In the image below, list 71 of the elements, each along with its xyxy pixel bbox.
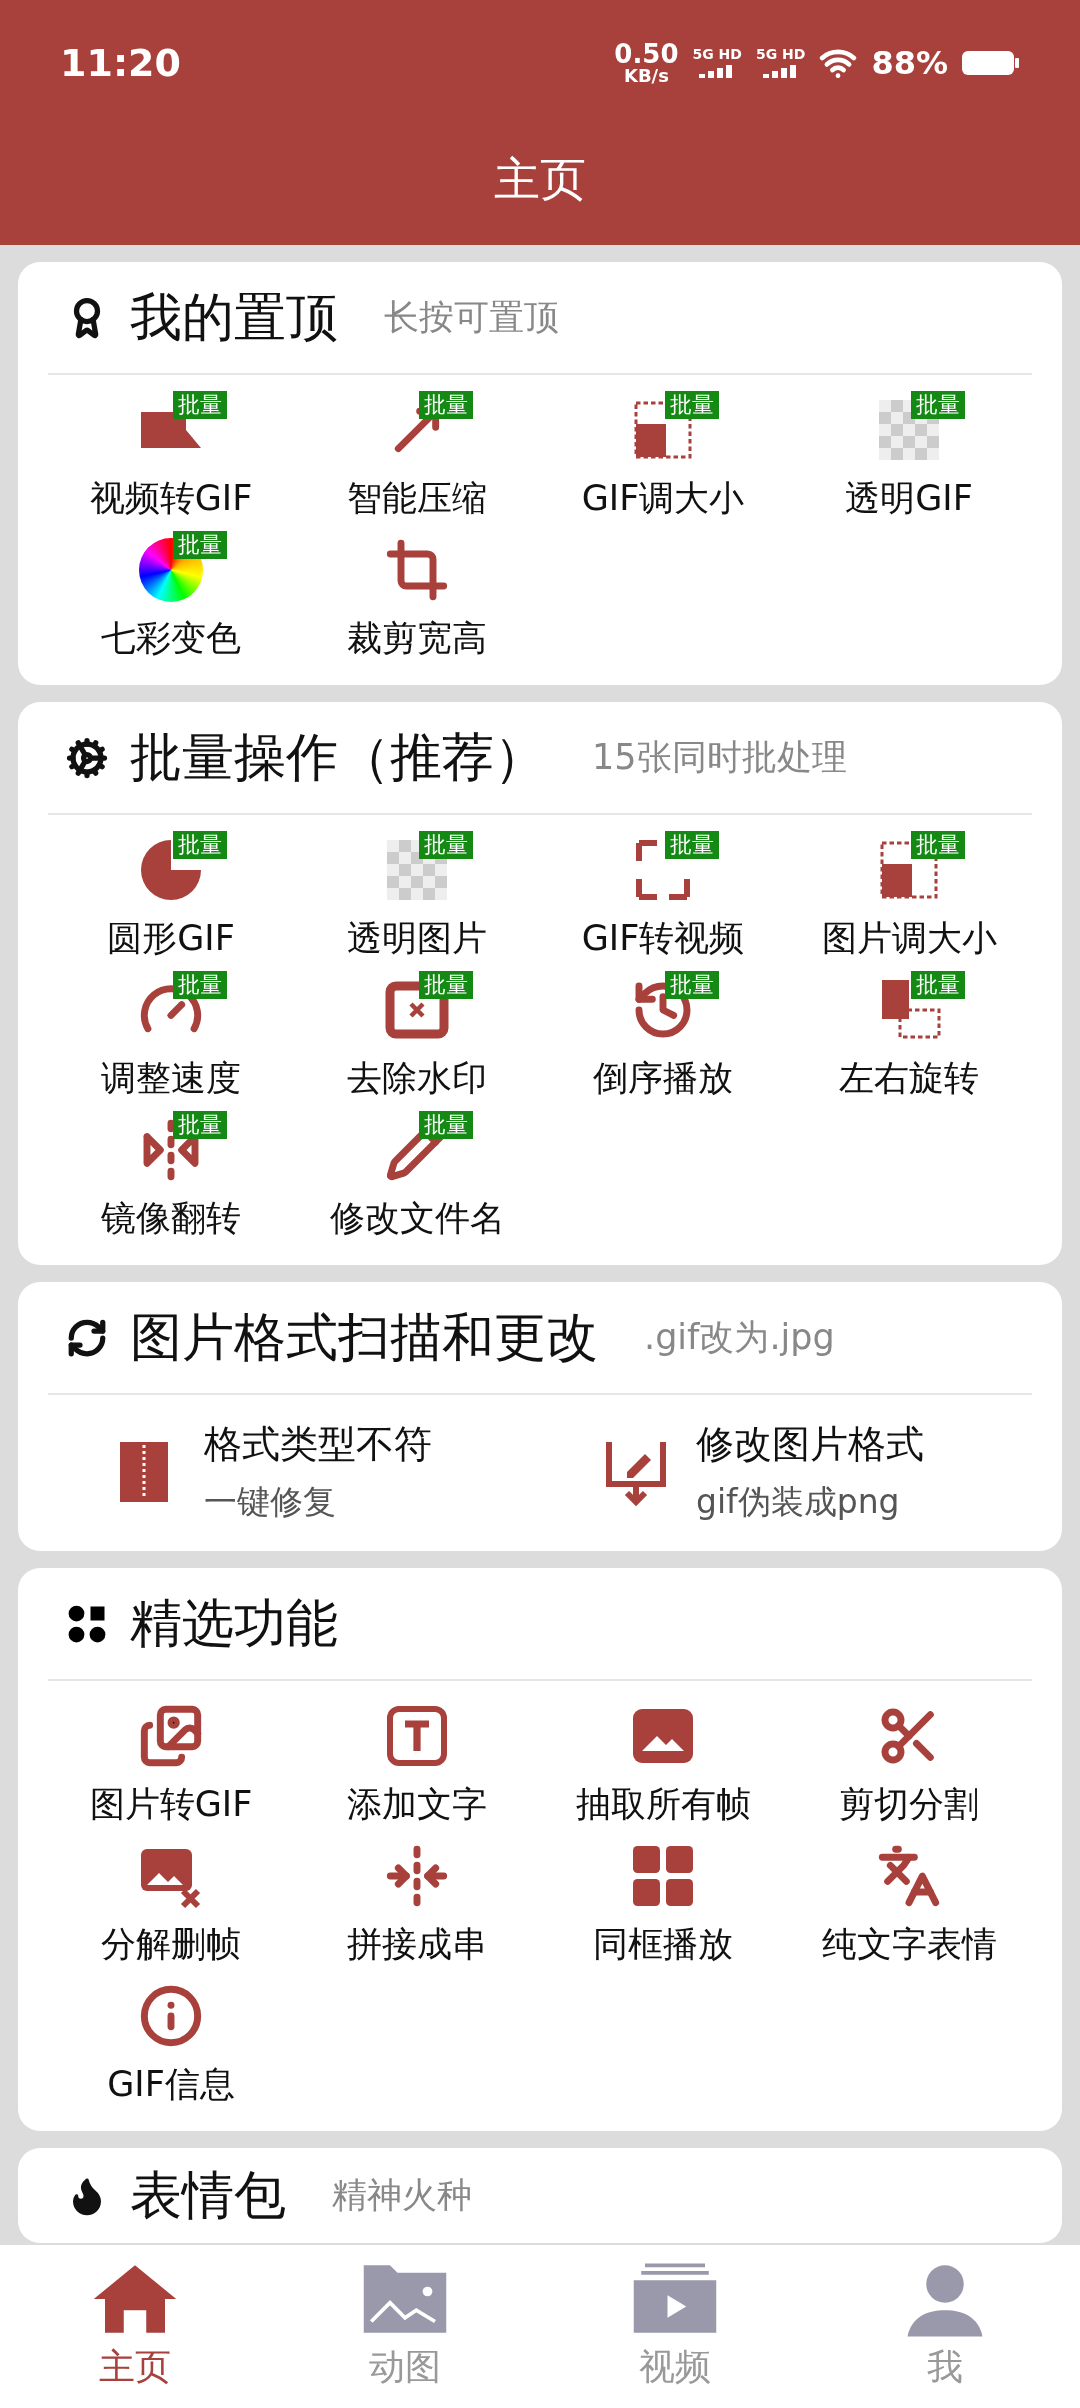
batch-badge: 批量 (173, 1111, 227, 1140)
section-subtitle: 长按可置顶 (384, 296, 559, 339)
tool-item[interactable]: 批量 调整速度 (48, 969, 294, 1109)
tool-item[interactable]: 图片转GIF (48, 1695, 294, 1835)
signal-icon (762, 64, 799, 78)
tool-item[interactable]: 批量 GIF调大小 (540, 389, 786, 529)
tool-item[interactable]: 批量 倒序播放 (540, 969, 786, 1109)
sim-label: 5G HD (755, 47, 806, 61)
section-title: 批量操作（推荐） (130, 725, 546, 789)
batch-badge: 批量 (419, 831, 473, 860)
tool-item[interactable]: 格式类型不符 一键修复 (48, 1419, 540, 1525)
tool-item[interactable]: 批量 图片调大小 (786, 829, 1032, 969)
tool-description: gif伪装成png (696, 1481, 901, 1523)
battery-percent: 88% (871, 43, 948, 82)
batch-badge: 批量 (665, 391, 719, 420)
tool-item[interactable]: 分解删帧 (48, 1835, 294, 1975)
section-subtitle: 15张同时批处理 (592, 736, 847, 779)
tool-item[interactable]: 修改图片格式 gif伪装成png (540, 1419, 1032, 1525)
tool-item[interactable]: 批量 去除水印 (294, 969, 540, 1109)
join-icon (385, 1844, 449, 1908)
tool-title: 格式类型不符 (204, 1421, 432, 1468)
tool-item[interactable]: 裁剪宽高 (294, 529, 540, 669)
batch-badge: 批量 (665, 831, 719, 860)
tool-item[interactable]: 纯文字表情 (786, 1835, 1032, 1975)
tool-item[interactable]: 批量 透明GIF (786, 389, 1032, 529)
tool-item[interactable]: 拼接成串 (294, 1835, 540, 1975)
images-icon (139, 1704, 203, 1768)
crop-icon (385, 538, 449, 602)
batch-badge: 批量 (419, 391, 473, 420)
batch-badge: 批量 (173, 831, 227, 860)
tool-item[interactable]: 批量 七彩变色 (48, 529, 294, 669)
tool-item[interactable]: 批量 圆形GIF (48, 829, 294, 969)
tool-item[interactable]: 批量 镜像翻转 (48, 1109, 294, 1249)
tool-item[interactable]: 批量 修改文件名 (294, 1109, 540, 1249)
tool-item[interactable]: 同框播放 (540, 1835, 786, 1975)
tool-item[interactable]: 批量 左右旋转 (786, 969, 1032, 1109)
section-title: 我的置顶 (130, 285, 338, 349)
tool-description: 一键修复 (204, 1481, 337, 1523)
nav-tab[interactable]: 主页 (0, 2245, 270, 2408)
gears-icon (66, 736, 108, 779)
tool-item[interactable]: 批量 智能压缩 (294, 389, 540, 529)
tool-item[interactable]: 添加文字 (294, 1695, 540, 1835)
status-time: 11:20 (60, 40, 181, 85)
page-title: 主页 (494, 151, 586, 208)
info-icon (139, 1984, 203, 2048)
batch-badge: 批量 (911, 971, 965, 1000)
section-title: 精选功能 (130, 1591, 338, 1655)
batch-badge: 批量 (419, 1111, 473, 1140)
section-title: 表情包 (130, 2163, 286, 2227)
network-unit: KB/s (623, 66, 669, 85)
batch-badge: 批量 (173, 531, 227, 560)
battery-icon (962, 48, 1020, 77)
network-speed: 0.50 (614, 40, 679, 67)
batch-badge: 批量 (419, 971, 473, 1000)
tool-item[interactable]: 批量 GIF转视频 (540, 829, 786, 969)
tool-item[interactable]: GIF信息 (48, 1975, 294, 2115)
tool-item[interactable]: 剪切分割 (786, 1695, 1032, 1835)
section-title: 图片格式扫描和更改 (130, 1305, 598, 1369)
tool-item[interactable]: 批量 视频转GIF (48, 389, 294, 529)
section-subtitle: .gif改为.jpg (644, 1316, 835, 1359)
tool-item[interactable]: 抽取所有帧 (540, 1695, 786, 1835)
tool-title: 修改图片格式 (696, 1421, 924, 1468)
section-subtitle: 精神火种 (332, 2174, 472, 2217)
batch-badge: 批量 (665, 971, 719, 1000)
batch-badge: 批量 (911, 391, 965, 420)
tool-item[interactable]: 批量 透明图片 (294, 829, 540, 969)
batch-badge: 批量 (173, 971, 227, 1000)
batch-badge: 批量 (173, 391, 227, 420)
sim-label: 5G HD (692, 47, 742, 61)
batch-badge: 批量 (911, 831, 965, 860)
translate-icon (877, 1844, 941, 1908)
